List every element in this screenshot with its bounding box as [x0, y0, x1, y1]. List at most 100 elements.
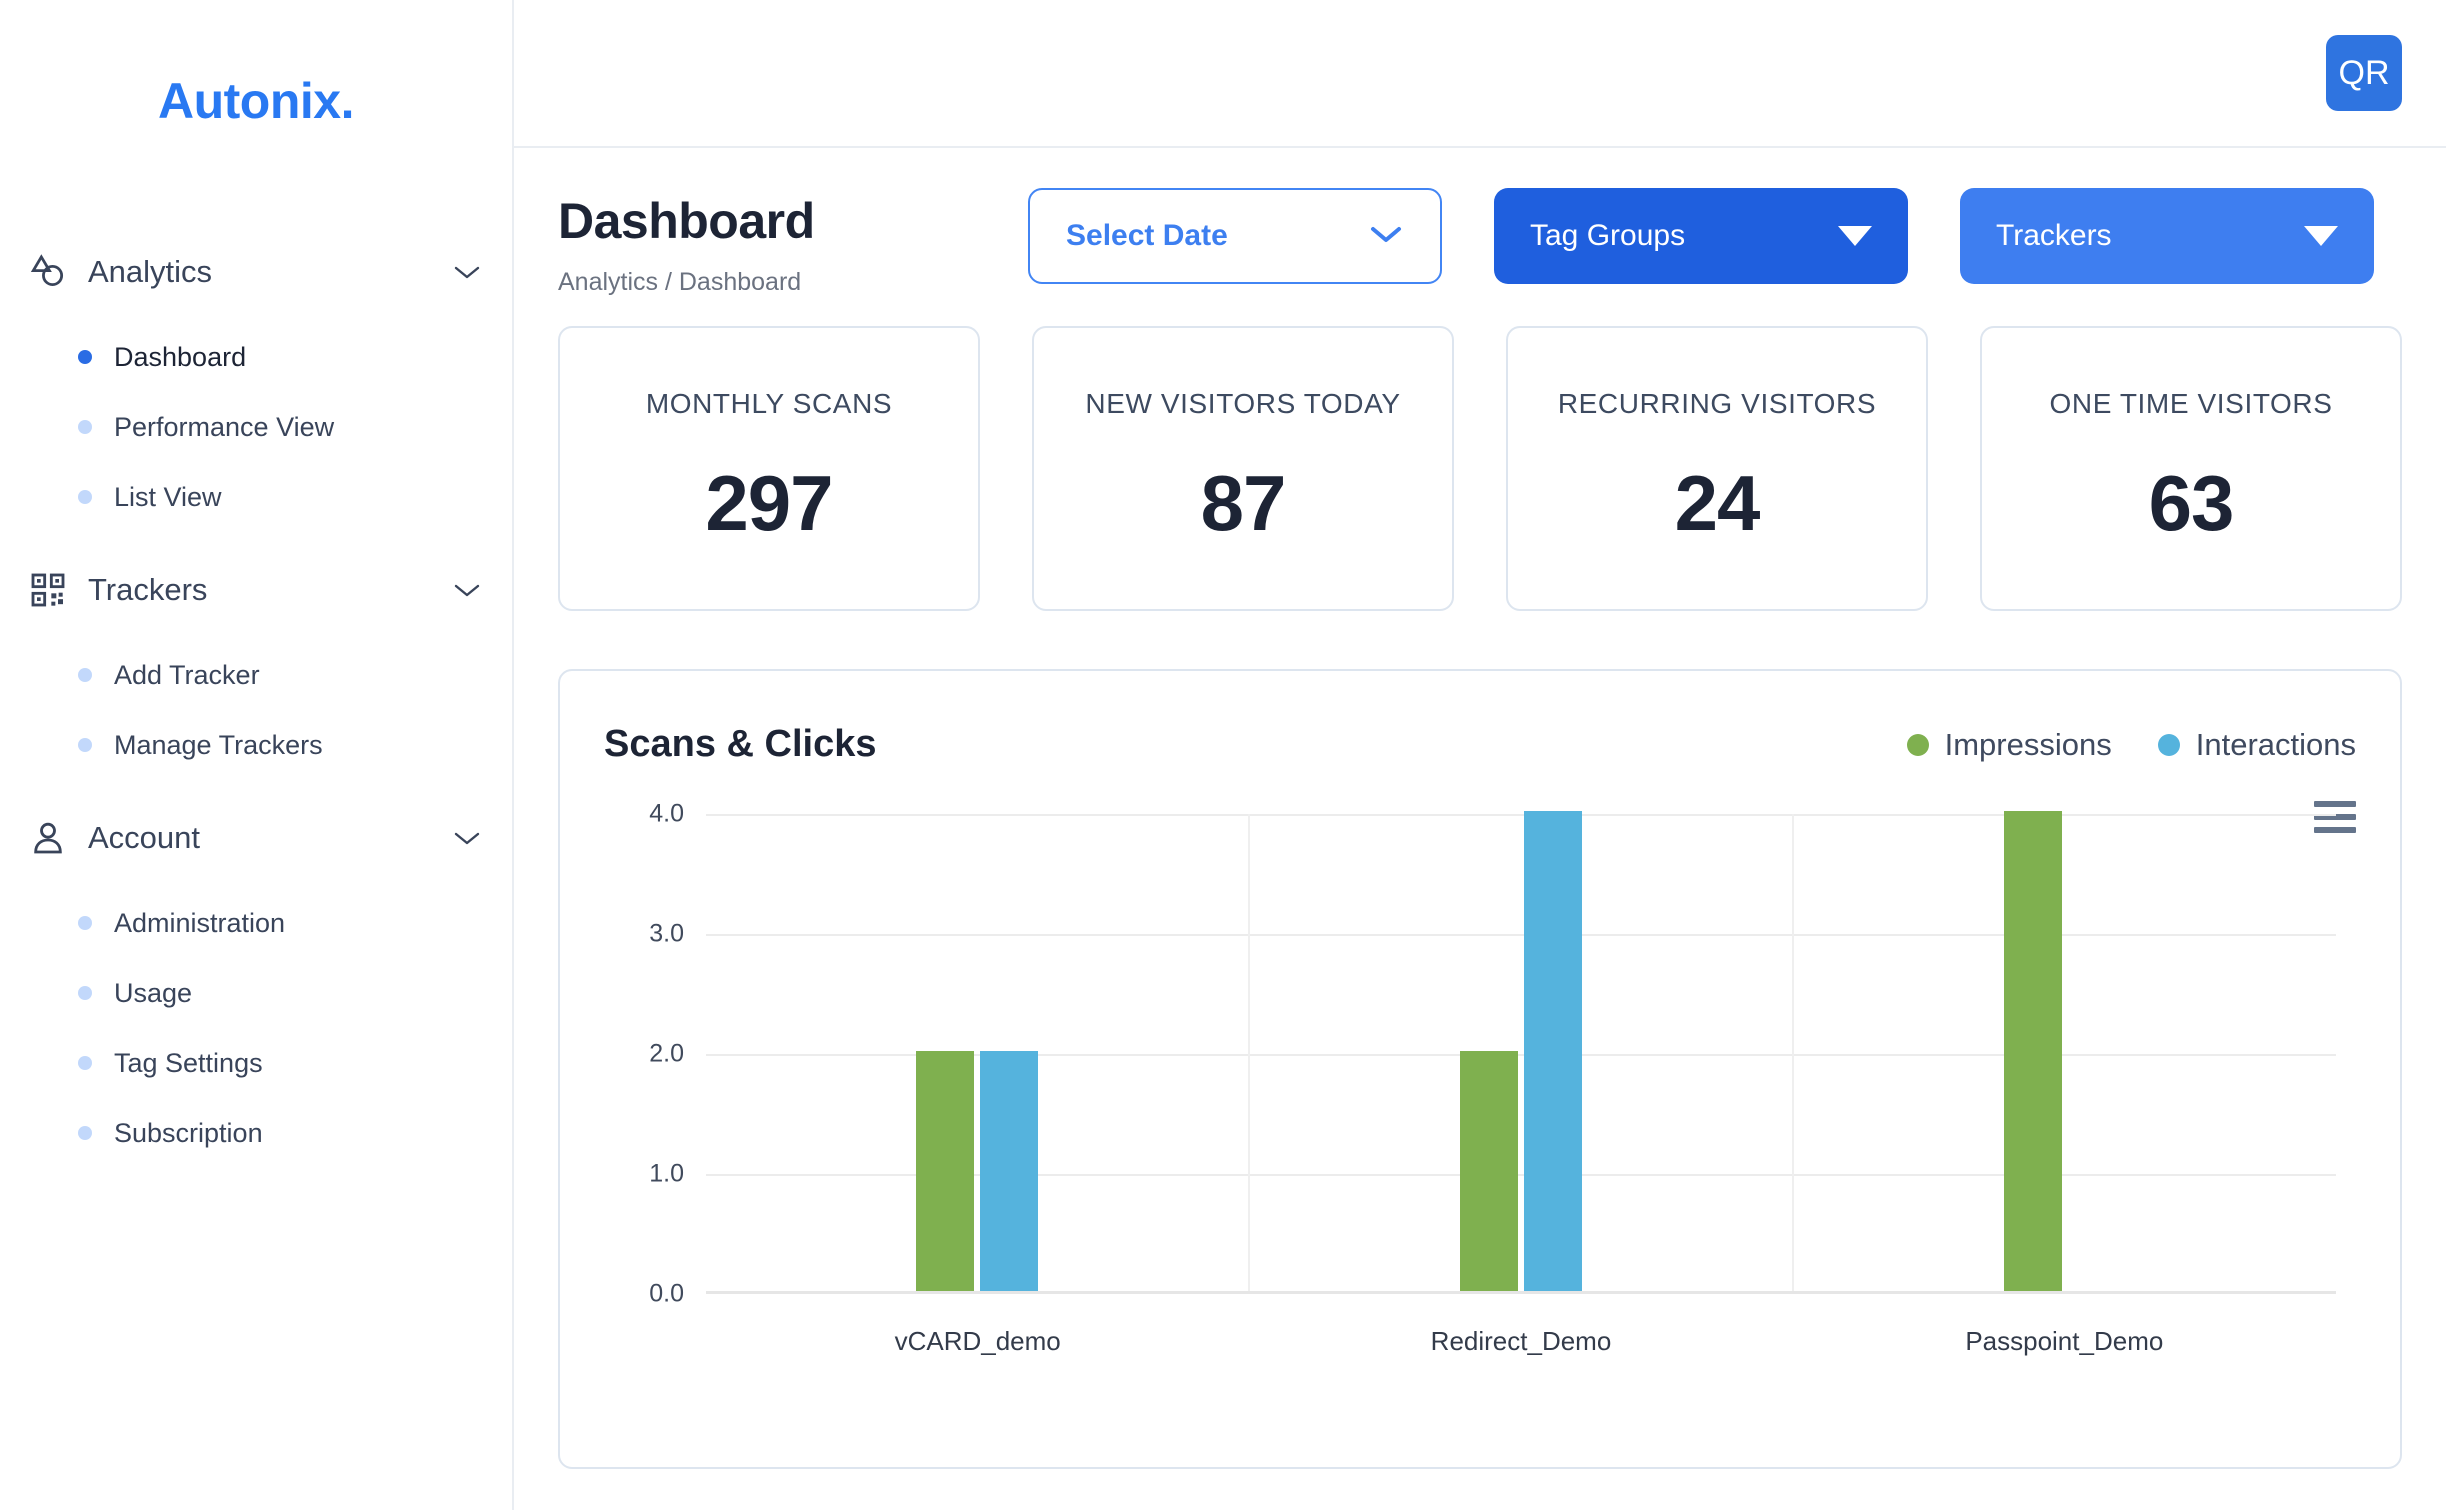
sidebar-item-performance-view[interactable]: Performance View	[0, 392, 512, 462]
sidebar-item-list-view[interactable]: List View	[0, 462, 512, 532]
person-icon	[26, 816, 70, 860]
sidebar-item-label: Manage Trackers	[114, 729, 323, 760]
bar-impressions[interactable]	[1460, 1051, 1518, 1291]
bullet-icon	[78, 916, 92, 930]
stat-cards: MONTHLY SCANS 297 NEW VISITORS TODAY 87 …	[558, 326, 2402, 611]
sidebar-group-trackers: Trackers Add Tracker Manage Trackers	[0, 558, 512, 780]
brand-logo[interactable]: Autonix.	[0, 0, 512, 130]
sidebar-item-tag-settings[interactable]: Tag Settings	[0, 1028, 512, 1098]
caret-down-icon	[2304, 226, 2338, 246]
trackers-label: Trackers	[1996, 219, 2112, 252]
y-axis-tick: 0.0	[649, 1279, 684, 1308]
shapes-analytics-icon	[26, 250, 70, 294]
stat-label: MONTHLY SCANS	[645, 388, 893, 419]
y-axis-tick: 3.0	[649, 919, 684, 948]
y-axis: 0.0 1.0 2.0 3.0 4.0	[604, 800, 684, 1308]
content-area: Dashboard Analytics / Dashboard Select D…	[514, 148, 2446, 1469]
stat-value: 87	[1200, 459, 1287, 547]
legend-dot-interactions	[2157, 733, 2180, 756]
sidebar-group-analytics: Analytics Dashboard Performance View Lis…	[0, 240, 512, 532]
stat-label: RECURRING VISITORS	[1557, 388, 1877, 419]
page-header: Dashboard Analytics / Dashboard Select D…	[558, 148, 2402, 300]
page-titles: Dashboard Analytics / Dashboard	[558, 182, 1028, 297]
legend-label: Impressions	[1944, 726, 2112, 762]
sidebar-item-label: List View	[114, 481, 222, 512]
sidebar-item-label: Administration	[114, 907, 286, 938]
app-root: Autonix. Analytics Dashboard Performance…	[0, 0, 2446, 1510]
breadcrumb: Analytics / Dashboard	[558, 268, 802, 296]
bullet-icon	[78, 668, 92, 682]
chart-legend: Impressions Interactions	[1906, 726, 2356, 763]
chevron-down-icon	[1368, 223, 1404, 250]
chevron-down-icon	[452, 829, 482, 847]
sidebar-item-administration[interactable]: Administration	[0, 888, 512, 958]
sidebar-group-header-account[interactable]: Account	[0, 806, 512, 870]
x-axis: vCARD_demo Redirect_Demo Passpoint_Demo	[706, 1326, 2336, 1357]
stat-card-one-time-visitors: ONE TIME VISITORS 63	[1980, 326, 2402, 611]
legend-dot-impressions	[1906, 733, 1929, 756]
stat-card-new-visitors-today: NEW VISITORS TODAY 87	[1032, 326, 1454, 611]
sidebar-item-usage[interactable]: Usage	[0, 958, 512, 1028]
sidebar-group-header-analytics[interactable]: Analytics	[0, 240, 512, 304]
sidebar-item-label: Usage	[114, 977, 193, 1008]
chart-header: Scans & Clicks Impressions Interactions	[604, 671, 2356, 766]
chevron-down-icon	[452, 581, 482, 599]
select-date-button[interactable]: Select Date	[1028, 188, 1442, 284]
sidebar-item-label: Performance View	[114, 411, 335, 442]
qr-button[interactable]: QR	[2326, 35, 2402, 111]
scans-clicks-chart-panel: Scans & Clicks Impressions Interactions	[558, 669, 2402, 1469]
legend-item-interactions[interactable]: Interactions	[2157, 726, 2356, 763]
bullet-icon	[78, 738, 92, 752]
stat-value: 297	[705, 459, 833, 547]
sidebar-group-account: Account Administration Usage Tag Setting…	[0, 806, 512, 1168]
x-axis-tick: vCARD_demo	[894, 1326, 1061, 1356]
plot-region	[706, 811, 2336, 1294]
sidebar-item-label: Add Tracker	[114, 659, 260, 690]
stat-label: ONE TIME VISITORS	[2049, 388, 2333, 419]
legend-label: Interactions	[2195, 726, 2356, 762]
sidebar: Autonix. Analytics Dashboard Performance…	[0, 0, 514, 1510]
sidebar-item-label: Subscription	[114, 1117, 263, 1148]
sidebar-sub-analytics: Dashboard Performance View List View	[0, 322, 512, 532]
bullet-icon	[78, 1056, 92, 1070]
chart-plot-area: 0.0 1.0 2.0 3.0 4.0 vCARD_demo Redirect_Demo P…	[604, 800, 2356, 1374]
stat-card-monthly-scans: MONTHLY SCANS 297	[558, 326, 980, 611]
bar-group	[706, 814, 1250, 1291]
sidebar-item-subscription[interactable]: Subscription	[0, 1098, 512, 1168]
top-bar: QR	[514, 0, 2446, 148]
sidebar-item-label: Dashboard	[114, 341, 247, 372]
y-axis-tick: 2.0	[649, 1039, 684, 1068]
stat-value: 24	[1674, 459, 1761, 547]
chevron-down-icon	[452, 263, 482, 281]
bar-group	[1794, 811, 2336, 1291]
bullet-icon	[78, 1126, 92, 1140]
tag-groups-dropdown[interactable]: Tag Groups	[1494, 188, 1908, 284]
sidebar-item-add-tracker[interactable]: Add Tracker	[0, 640, 512, 710]
bullet-icon	[78, 420, 92, 434]
qr-code-icon	[26, 568, 70, 612]
tag-groups-label: Tag Groups	[1530, 219, 1686, 252]
bar-interactions[interactable]	[980, 1051, 1038, 1291]
sidebar-group-header-trackers[interactable]: Trackers	[0, 558, 512, 622]
bullet-icon	[78, 986, 92, 1000]
y-axis-tick: 4.0	[649, 799, 684, 828]
page-title: Dashboard	[558, 193, 815, 249]
sidebar-item-manage-trackers[interactable]: Manage Trackers	[0, 710, 512, 780]
bar-impressions[interactable]	[916, 1051, 974, 1291]
sidebar-group-label: Analytics	[88, 254, 213, 289]
legend-item-impressions[interactable]: Impressions	[1906, 726, 2112, 763]
bar-interactions[interactable]	[1524, 811, 1582, 1291]
x-axis-tick: Passpoint_Demo	[1965, 1326, 2164, 1356]
bullet-icon	[78, 490, 92, 504]
caret-down-icon	[1838, 226, 1872, 246]
sidebar-sub-account: Administration Usage Tag Settings Subscr…	[0, 888, 512, 1168]
stat-card-recurring-visitors: RECURRING VISITORS 24	[1506, 326, 1928, 611]
bar-series	[706, 811, 2336, 1291]
sidebar-item-dashboard[interactable]: Dashboard	[0, 322, 512, 392]
trackers-dropdown[interactable]: Trackers	[1960, 188, 2374, 284]
x-axis-tick: Redirect_Demo	[1430, 1326, 1612, 1356]
bar-group	[1250, 811, 1794, 1291]
header-controls: Select Date Tag Groups Trackers	[1028, 182, 2374, 284]
bar-impressions[interactable]	[2004, 811, 2062, 1291]
chart-title: Scans & Clicks	[604, 723, 877, 765]
